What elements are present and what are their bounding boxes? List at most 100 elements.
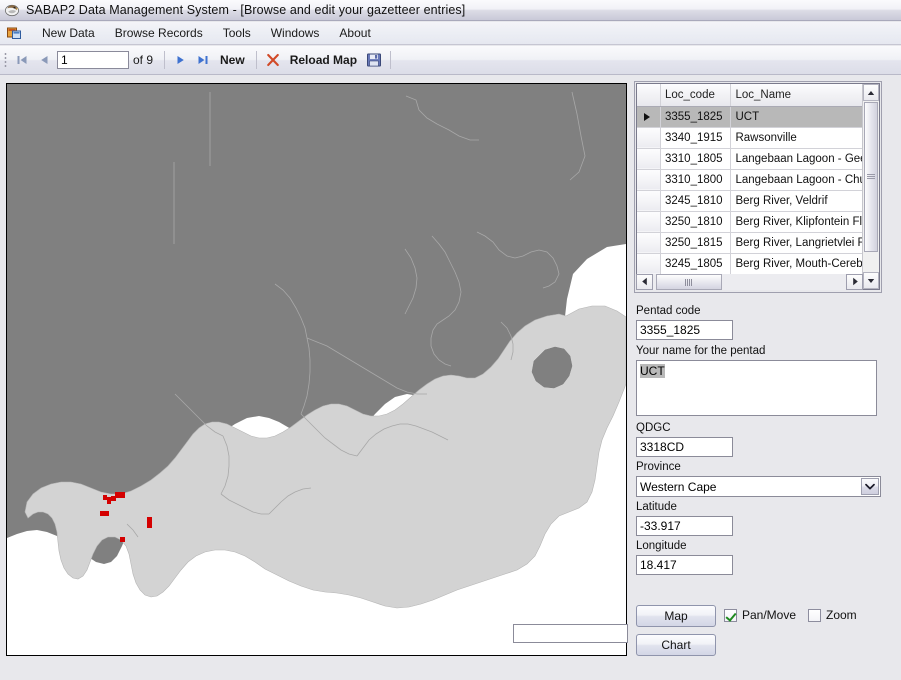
- scroll-up-icon[interactable]: [863, 84, 879, 101]
- row-marker[interactable]: [637, 127, 661, 149]
- cell-loc-code[interactable]: 3245_1810: [660, 190, 732, 212]
- chart-button[interactable]: Chart: [636, 634, 716, 656]
- reload-map-label: Reload Map: [289, 53, 358, 67]
- cell-loc-code[interactable]: 3310_1800: [660, 169, 732, 191]
- menu-item-tools[interactable]: Tools: [213, 23, 261, 43]
- grid-vertical-scrollbar[interactable]: [862, 84, 879, 289]
- cell-loc-name[interactable]: Rawsonville: [730, 127, 879, 149]
- latitude-label: Latitude: [636, 501, 677, 513]
- cell-loc-name[interactable]: Berg River, Mouth-Cerebo: [730, 253, 879, 275]
- app-bird-icon: [4, 2, 20, 18]
- menu-item-new-data[interactable]: New Data: [32, 23, 105, 43]
- cell-loc-name[interactable]: Berg River, Langrietvlei Fl: [730, 232, 879, 254]
- hscroll-track[interactable]: [653, 273, 846, 290]
- latitude-input[interactable]: -33.917: [636, 516, 733, 536]
- scroll-thumb-grip: [685, 278, 693, 286]
- cell-loc-code[interactable]: 3250_1815: [660, 232, 732, 254]
- toolbar-grip[interactable]: [4, 52, 7, 68]
- table-body: 3355_1825 UCT 3340_1915 Rawsonville 3310…: [637, 106, 879, 275]
- southern-africa-map[interactable]: [7, 84, 626, 655]
- checkbox-empty-icon[interactable]: [808, 608, 821, 622]
- row-marker[interactable]: [637, 148, 661, 170]
- grid-vscroll-thumb[interactable]: [864, 102, 878, 252]
- gazetteer-data-grid[interactable]: Loc_code Loc_Name 3355_1825 UCT 3340_191…: [636, 83, 880, 290]
- row-marker[interactable]: [637, 169, 661, 191]
- table-row[interactable]: 3250_1810 Berg River, Klipfontein Flo: [637, 211, 879, 233]
- province-label: Province: [636, 461, 681, 473]
- save-disk-icon[interactable]: [363, 50, 385, 71]
- province-selected-value: Western Cape: [640, 479, 717, 494]
- row-marker[interactable]: [637, 232, 661, 254]
- toolbar-separator-3: [390, 51, 392, 69]
- cell-loc-name[interactable]: Berg River, Klipfontein Flo: [730, 211, 879, 233]
- checkbox-check-icon[interactable]: [724, 608, 737, 622]
- previous-record-icon[interactable]: [33, 50, 55, 71]
- row-marker[interactable]: [637, 211, 661, 233]
- cell-loc-code[interactable]: 3250_1810: [660, 211, 732, 233]
- new-record-label: New: [220, 53, 245, 67]
- qdgc-label: QDGC: [636, 422, 671, 434]
- gazetteer-table: Loc_code Loc_Name 3355_1825 UCT 3340_191…: [637, 84, 879, 275]
- toolbar-separator-1: [164, 51, 166, 69]
- application-window: SABAP2 Data Management System - [Browse …: [0, 0, 901, 680]
- cell-loc-name[interactable]: Berg River, Veldrif: [730, 190, 879, 212]
- map-panel[interactable]: [6, 83, 627, 656]
- cell-loc-name[interactable]: UCT: [730, 106, 879, 128]
- cell-loc-name[interactable]: Langebaan Lagoon - Chu: [730, 169, 879, 191]
- last-record-icon[interactable]: [192, 50, 214, 71]
- cell-loc-code[interactable]: 3310_1805: [660, 148, 732, 170]
- reload-map-button[interactable]: Reload Map: [284, 50, 363, 71]
- zoom-checkbox[interactable]: Zoom: [808, 608, 857, 622]
- map-coordinate-textbox[interactable]: [513, 624, 628, 643]
- pentad-code-input[interactable]: 3355_1825: [636, 320, 733, 340]
- column-header-loc-name[interactable]: Loc_Name: [730, 84, 879, 107]
- column-header-loc-code[interactable]: Loc_code: [660, 84, 732, 107]
- cell-loc-code[interactable]: 3245_1805: [660, 253, 732, 275]
- cell-loc-name[interactable]: Langebaan Lagoon - Gee: [730, 148, 879, 170]
- window-form-icon: [6, 25, 22, 41]
- cell-loc-code[interactable]: 3355_1825: [660, 106, 732, 128]
- qdgc-input[interactable]: 3318CD: [636, 437, 733, 457]
- table-row[interactable]: 3340_1915 Rawsonville: [637, 127, 879, 149]
- menu-item-windows[interactable]: Windows: [261, 23, 330, 43]
- table-row[interactable]: 3310_1805 Langebaan Lagoon - Gee: [637, 148, 879, 170]
- delete-x-icon[interactable]: [262, 50, 284, 71]
- grid-horizontal-scrollbar[interactable]: [636, 273, 863, 290]
- scroll-thumb-grip: [867, 174, 875, 180]
- chevron-down-icon[interactable]: [861, 478, 879, 495]
- province-dropdown[interactable]: Western Cape: [636, 476, 881, 497]
- pentad-name-value: UCT: [640, 364, 665, 378]
- cell-loc-code[interactable]: 3340_1915: [660, 127, 732, 149]
- window-title: SABAP2 Data Management System - [Browse …: [26, 3, 466, 17]
- pentad-code-label: Pentad code: [636, 305, 701, 317]
- new-record-button[interactable]: New: [214, 50, 251, 71]
- scroll-down-icon[interactable]: [863, 272, 879, 289]
- row-current-indicator[interactable]: [637, 106, 661, 128]
- scroll-right-icon[interactable]: [846, 273, 863, 290]
- navigation-toolbar: of 9 New Reload Map: [0, 46, 901, 75]
- menu-item-browse-records[interactable]: Browse Records: [105, 23, 213, 43]
- table-row[interactable]: 3245_1805 Berg River, Mouth-Cerebo: [637, 253, 879, 275]
- table-row[interactable]: 3245_1810 Berg River, Veldrif: [637, 190, 879, 212]
- menu-item-about[interactable]: About: [329, 23, 380, 43]
- toolbar-separator-2: [255, 51, 257, 69]
- pentad-name-label: Your name for the pentad: [636, 345, 766, 357]
- pan-move-label: Pan/Move: [742, 608, 797, 622]
- row-marker[interactable]: [637, 253, 661, 275]
- table-row[interactable]: 3250_1815 Berg River, Langrietvlei Fl: [637, 232, 879, 254]
- first-record-icon[interactable]: [11, 50, 33, 71]
- pan-move-checkbox[interactable]: Pan/Move: [724, 608, 796, 622]
- menu-bar: New Data Browse Records Tools Windows Ab…: [0, 22, 901, 45]
- table-row[interactable]: 3310_1800 Langebaan Lagoon - Chu: [637, 169, 879, 191]
- map-button[interactable]: Map: [636, 605, 716, 627]
- pentad-name-textarea[interactable]: UCT: [636, 360, 877, 416]
- row-marker[interactable]: [637, 190, 661, 212]
- table-row[interactable]: 3355_1825 UCT: [637, 106, 879, 128]
- column-header-rowmarker[interactable]: [637, 84, 661, 107]
- page-total-label: of 9: [133, 53, 154, 67]
- longitude-input[interactable]: 18.417: [636, 555, 733, 575]
- current-page-input[interactable]: [57, 51, 129, 69]
- next-record-icon[interactable]: [170, 50, 192, 71]
- scroll-left-icon[interactable]: [636, 273, 653, 290]
- grid-hscroll-thumb[interactable]: [656, 273, 722, 290]
